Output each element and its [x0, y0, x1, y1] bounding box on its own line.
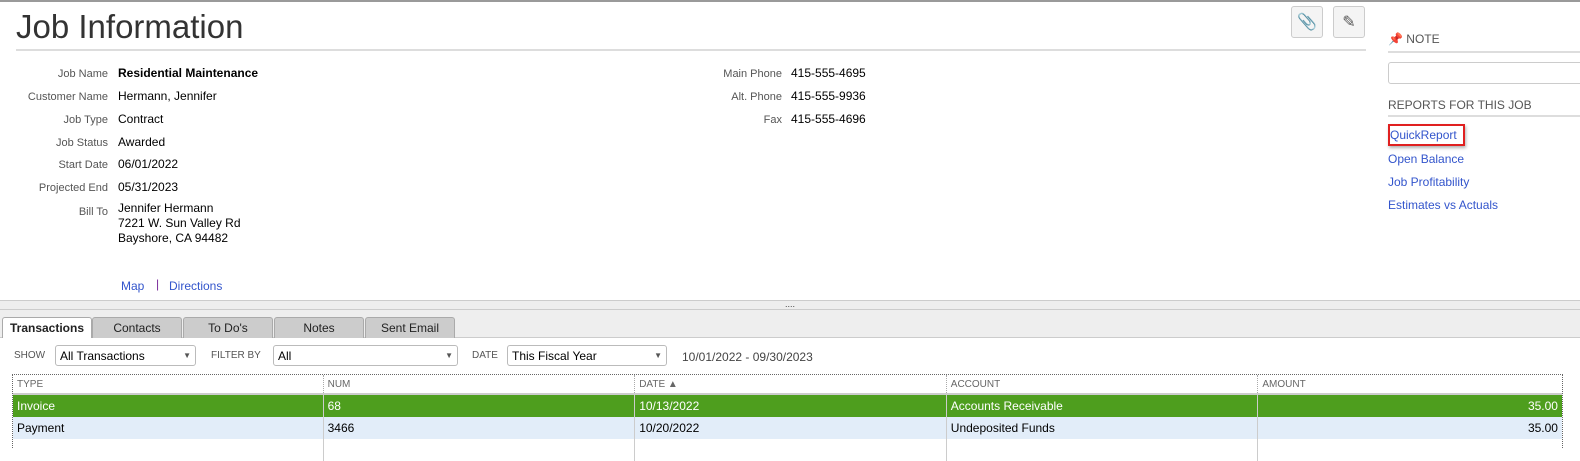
- chevron-down-icon: ▼: [183, 351, 191, 360]
- job-status-value: Awarded: [118, 135, 166, 149]
- date-label: DATE: [472, 350, 498, 361]
- cell-account: Undeposited Funds: [945, 417, 1258, 439]
- cell-date: 10/20/2022: [634, 417, 946, 439]
- customer-name-value: Hermann, Jennifer: [118, 89, 217, 103]
- main-phone-value: 415-555-4695: [791, 66, 866, 80]
- window-top-border: [0, 0, 1580, 2]
- table-row[interactable]: Payment 3466 10/20/2022 Undeposited Fund…: [13, 417, 1562, 439]
- pane-splitter[interactable]: ....: [0, 300, 1580, 310]
- show-select[interactable]: All Transactions ▼: [55, 345, 196, 366]
- cell-type: Invoice: [17, 399, 56, 413]
- filter-by-select[interactable]: All ▼: [273, 345, 458, 366]
- alt-phone-label: Alt. Phone: [731, 91, 782, 103]
- cell-empty: [322, 439, 635, 461]
- note-input[interactable]: [1388, 62, 1580, 84]
- bill-to-line2: 7221 W. Sun Valley Rd: [118, 216, 241, 230]
- pencil-icon: ✎: [1342, 14, 1356, 31]
- show-label: SHOW: [14, 350, 46, 361]
- column-header-num[interactable]: NUM: [322, 375, 635, 393]
- cell-empty: [13, 439, 323, 461]
- filter-by-value: All: [278, 348, 292, 363]
- open-balance-link[interactable]: Open Balance: [1388, 152, 1464, 166]
- note-heading: 📌 NOTE: [1388, 32, 1440, 46]
- tab-transactions[interactable]: Transactions: [2, 317, 92, 339]
- cell-type: Payment: [17, 421, 65, 435]
- job-name-value: Residential Maintenance: [118, 66, 259, 80]
- bill-to-address: Jennifer Hermann 7221 W. Sun Valley Rd B…: [118, 201, 241, 246]
- projected-end-value: 05/31/2023: [118, 180, 179, 194]
- cell-empty: [1257, 439, 1562, 461]
- tab-todos[interactable]: To Do's: [183, 317, 273, 338]
- chevron-down-icon: ▼: [445, 351, 453, 360]
- map-link[interactable]: Map: [121, 279, 144, 293]
- transactions-table: TYPE NUM DATE ▲ ACCOUNT AMOUNT Invoice 6…: [12, 374, 1563, 461]
- date-select[interactable]: This Fiscal Year ▼: [507, 345, 667, 366]
- job-type-value: Contract: [118, 112, 164, 126]
- column-header-type[interactable]: TYPE: [13, 375, 323, 393]
- reports-divider: [1388, 115, 1580, 117]
- table-row-empty: [13, 439, 1562, 461]
- cell-amount: 35.00: [1257, 395, 1562, 417]
- column-header-account[interactable]: ACCOUNT: [945, 375, 1258, 393]
- date-value: This Fiscal Year: [512, 348, 597, 363]
- cell-empty: [945, 439, 1258, 461]
- estimates-vs-actuals-link[interactable]: Estimates vs Actuals: [1388, 198, 1498, 212]
- start-date-label: Start Date: [58, 159, 108, 171]
- tab-sent-email[interactable]: Sent Email: [365, 317, 455, 338]
- cell-amount: 35.00: [1257, 417, 1562, 439]
- show-value: All Transactions: [60, 348, 145, 363]
- main-phone-label: Main Phone: [723, 68, 782, 80]
- tab-notes[interactable]: Notes: [274, 317, 364, 338]
- bill-to-line1: Jennifer Hermann: [118, 201, 214, 215]
- attach-button[interactable]: 📎: [1291, 6, 1323, 38]
- link-separator: |: [156, 277, 160, 291]
- title-divider: [16, 49, 1366, 51]
- note-divider: [1388, 51, 1580, 53]
- job-type-label: Job Type: [63, 114, 108, 126]
- page-title: Job Information: [16, 8, 244, 45]
- reports-heading: REPORTS FOR THIS JOB: [1388, 98, 1532, 112]
- edit-button[interactable]: ✎: [1333, 6, 1365, 38]
- paperclip-icon: 📎: [1297, 14, 1317, 31]
- directions-link[interactable]: Directions: [169, 279, 222, 293]
- projected-end-label: Projected End: [38, 182, 108, 194]
- alt-phone-value: 415-555-9936: [791, 89, 866, 103]
- table-header: TYPE NUM DATE ▲ ACCOUNT AMOUNT: [13, 375, 1562, 395]
- cell-empty: [634, 439, 946, 461]
- tab-contacts[interactable]: Contacts: [92, 317, 182, 338]
- quickreport-link[interactable]: QuickReport: [1388, 124, 1465, 146]
- bill-to-line3: Bayshore, CA 94482: [118, 231, 229, 245]
- cell-account: Accounts Receivable: [945, 395, 1258, 417]
- column-header-date[interactable]: DATE ▲: [634, 375, 946, 393]
- cell-num: 68: [322, 395, 635, 417]
- note-title: NOTE: [1406, 32, 1440, 46]
- fax-label: Fax: [763, 114, 782, 126]
- chevron-down-icon: ▼: [654, 351, 662, 360]
- customer-name-label: Customer Name: [27, 91, 108, 103]
- job-name-label: Job Name: [57, 68, 108, 80]
- pin-icon: 📌: [1388, 32, 1403, 46]
- filter-by-label: FILTER BY: [211, 350, 261, 361]
- job-status-label: Job Status: [56, 137, 108, 149]
- start-date-value: 06/01/2022: [118, 157, 179, 171]
- bill-to-label: Bill To: [78, 206, 108, 218]
- column-header-amount[interactable]: AMOUNT: [1257, 375, 1562, 393]
- cell-date: 10/13/2022: [634, 395, 946, 417]
- cell-num: 3466: [322, 417, 635, 439]
- fax-value: 415-555-4696: [791, 112, 866, 126]
- date-range: 10/01/2022 - 09/30/2023: [682, 350, 813, 364]
- table-row[interactable]: Invoice 68 10/13/2022 Accounts Receivabl…: [13, 395, 1562, 417]
- job-profitability-link[interactable]: Job Profitability: [1388, 175, 1469, 189]
